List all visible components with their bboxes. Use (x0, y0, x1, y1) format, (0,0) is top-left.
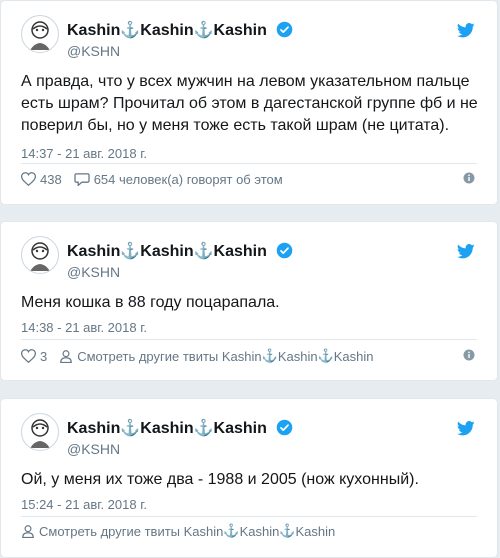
more-tweets-label: Kashin (333, 348, 374, 364)
tweet-card: Kashin⚓Kashin⚓Kashin @KSHN Ой, у меня их… (0, 398, 498, 558)
timestamp[interactable]: 14:38 - 21 авг. 2018 г. (21, 320, 147, 335)
conversation-label: 654 человек(а) говорят об этом (93, 171, 283, 187)
avatar[interactable] (21, 15, 59, 53)
handle[interactable]: @KSHN (67, 441, 120, 457)
anchor-glyph: ⚓ (120, 420, 141, 437)
tweet-card: Kashin⚓Kashin⚓Kashin @KSHN А правда, что… (0, 0, 498, 205)
anchor-glyph: ⚓ (193, 22, 214, 39)
name-part: Kashin (67, 243, 121, 260)
display-name[interactable]: Kashin⚓Kashin⚓Kashin (67, 418, 293, 438)
person-icon (22, 525, 34, 538)
heart-icon (21, 349, 36, 363)
anchor-glyph: ⚓ (120, 22, 141, 39)
tweet-actions: 438 654 человек(а) говорят об этом (21, 169, 477, 189)
verified-badge-icon (277, 419, 293, 436)
name-part: Kashin (140, 420, 194, 437)
person-icon (60, 350, 73, 363)
handle[interactable]: @KSHN (67, 43, 120, 59)
anchor-glyph: ⚓ (120, 243, 141, 260)
name-part: Kashin (140, 22, 194, 39)
name-part: Kashin (140, 243, 194, 260)
tweet-text: Ой, у меня их тоже два - 1988 и 2005 (но… (21, 471, 419, 488)
conversation-action[interactable]: 654 человек(а) говорят об этом (74, 172, 283, 187)
twitter-bird-icon[interactable] (457, 244, 475, 259)
more-tweets-label: Смотреть другие твиты Kashin (39, 523, 224, 539)
name-part: Kashin (213, 420, 267, 437)
info-icon[interactable] (463, 349, 475, 361)
more-tweets-label: Kashin (277, 348, 318, 364)
anchor-glyph: ⚓ (193, 420, 214, 437)
timestamp[interactable]: 14:37 - 21 авг. 2018 г. (21, 146, 147, 161)
name-part: Kashin (67, 22, 121, 39)
tweet-text: А правда, что у всех мужчин на левом ука… (21, 73, 478, 134)
twitter-bird-icon[interactable] (457, 421, 475, 436)
handle[interactable]: @KSHN (67, 264, 120, 280)
more-tweets-link[interactable]: Смотреть другие твиты Kashin ⚓ Kashin ⚓ Kash… (21, 523, 335, 539)
verified-badge-icon (277, 21, 293, 38)
tweet-actions: Смотреть другие твиты Kashin ⚓ Kashin ⚓ Kash… (21, 521, 477, 541)
like-count: 438 (40, 171, 62, 187)
info-icon[interactable] (463, 172, 475, 184)
like-count: 3 (40, 348, 48, 364)
divider (21, 516, 477, 517)
display-name[interactable]: Kashin⚓Kashin⚓Kashin (67, 20, 293, 40)
twitter-bird-icon[interactable] (457, 23, 475, 38)
more-tweets-label: Смотреть другие твиты Kashin (77, 348, 262, 364)
anchor-glyph: ⚓ (223, 523, 240, 538)
more-tweets-link[interactable]: Смотреть другие твиты Kashin ⚓ Kashin ⚓ Kash… (59, 348, 374, 364)
tweet-stack: Kashin⚓Kashin⚓Kashin @KSHN А правда, что… (0, 0, 500, 558)
name-part: Kashin (213, 22, 267, 39)
more-tweets-label: Kashin (239, 523, 280, 539)
like-action[interactable]: 3 (21, 349, 47, 364)
anchor-glyph: ⚓ (193, 243, 214, 260)
anchor-glyph: ⚓ (261, 348, 278, 363)
divider (21, 339, 477, 340)
name-part: Kashin (213, 243, 267, 260)
tweet-card: Kashin⚓Kashin⚓Kashin @KSHN Меня кошка в … (0, 221, 498, 381)
comment-icon (74, 173, 90, 186)
divider (21, 163, 477, 164)
avatar[interactable] (21, 413, 59, 451)
display-name[interactable]: Kashin⚓Kashin⚓Kashin (67, 241, 293, 261)
anchor-glyph: ⚓ (279, 523, 296, 538)
name-part: Kashin (67, 420, 121, 437)
heart-icon (21, 172, 36, 186)
anchor-glyph: ⚓ (317, 348, 334, 363)
avatar[interactable] (21, 236, 59, 274)
verified-badge-icon (277, 242, 293, 259)
more-tweets-label: Kashin (295, 523, 336, 539)
timestamp[interactable]: 15:24 - 21 авг. 2018 г. (21, 497, 147, 512)
tweet-text: Меня кошка в 88 году поцарапала. (21, 294, 280, 311)
tweet-actions: 3 Смотреть другие твиты Kashin ⚓ Kashin ⚓ Ka… (21, 346, 477, 366)
like-action[interactable]: 438 (21, 172, 62, 187)
